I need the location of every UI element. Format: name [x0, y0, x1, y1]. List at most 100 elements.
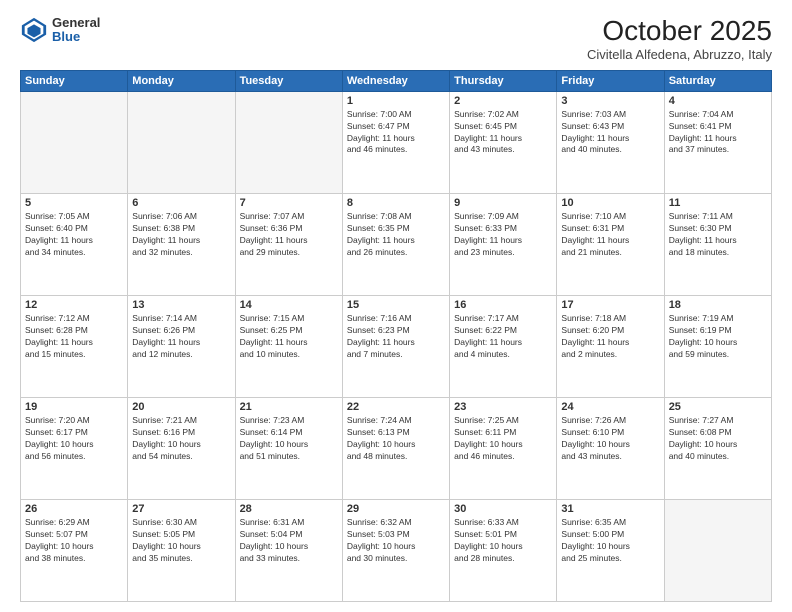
day-number: 15: [347, 299, 445, 311]
calendar-cell: 28 Sunrise: 6:31 AMSunset: 5:04 PMDayligh…: [235, 499, 342, 601]
col-saturday: Saturday: [664, 70, 771, 91]
day-number: 3: [561, 95, 659, 107]
calendar-header: Sunday Monday Tuesday Wednesday Thursday…: [21, 70, 772, 91]
col-wednesday: Wednesday: [342, 70, 449, 91]
day-number: 25: [669, 401, 767, 413]
day-info: Sunrise: 7:08 AMSunset: 6:35 PMDaylight:…: [347, 211, 445, 259]
calendar-cell: 5Sunrise: 7:05 AMSunset: 6:40 PMDaylight…: [21, 193, 128, 295]
calendar-cell: 12 Sunrise: 7:12 AMSunset: 6:28 PMDayligh…: [21, 295, 128, 397]
calendar-cell: 27Sunrise: 6:30 AMSunset: 5:05 PMDayligh…: [128, 499, 235, 601]
week-row-4: 26 Sunrise: 6:29 AMSunset: 5:07 PMDayligh…: [21, 499, 772, 601]
calendar-cell: 6 Sunrise: 7:06 AMSunset: 6:38 PMDaylight…: [128, 193, 235, 295]
title-block: October 2025 Civitella Alfedena, Abruzzo…: [587, 16, 772, 62]
day-info: Sunrise: 7:14 AMSunset: 6:26 PMDaylight:…: [132, 313, 230, 361]
day-number: 19: [25, 401, 123, 413]
calendar-cell: [235, 91, 342, 193]
calendar-cell: 19 Sunrise: 7:20 AMSunset: 6:17 PMDayligh…: [21, 397, 128, 499]
day-number: 23: [454, 401, 552, 413]
calendar-cell: 7Sunrise: 7:07 AMSunset: 6:36 PMDaylight…: [235, 193, 342, 295]
day-info: Sunrise: 7:24 AMSunset: 6:13 PMDaylight:…: [347, 415, 445, 463]
col-monday: Monday: [128, 70, 235, 91]
logo: General Blue: [20, 16, 100, 45]
calendar-cell: 30 Sunrise: 6:33 AMSunset: 5:01 PMDayligh…: [450, 499, 557, 601]
days-of-week-row: Sunday Monday Tuesday Wednesday Thursday…: [21, 70, 772, 91]
logo-general: General: [52, 16, 100, 30]
calendar-cell: 9 Sunrise: 7:09 AMSunset: 6:33 PMDaylight…: [450, 193, 557, 295]
day-number: 13: [132, 299, 230, 311]
calendar-cell: 2Sunrise: 7:02 AMSunset: 6:45 PMDaylight…: [450, 91, 557, 193]
day-number: 26: [25, 503, 123, 515]
day-info: Sunrise: 6:29 AMSunset: 5:07 PMDaylight:…: [25, 517, 123, 565]
calendar-cell: 8 Sunrise: 7:08 AMSunset: 6:35 PMDaylight…: [342, 193, 449, 295]
day-info: Sunrise: 7:05 AMSunset: 6:40 PMDaylight:…: [25, 211, 123, 259]
day-number: 14: [240, 299, 338, 311]
calendar: Sunday Monday Tuesday Wednesday Thursday…: [20, 70, 772, 602]
day-info: Sunrise: 6:33 AMSunset: 5:01 PMDaylight:…: [454, 517, 552, 565]
day-number: 30: [454, 503, 552, 515]
week-row-0: 1Sunrise: 7:00 AMSunset: 6:47 PMDaylight…: [21, 91, 772, 193]
calendar-cell: 17 Sunrise: 7:18 AMSunset: 6:20 PMDayligh…: [557, 295, 664, 397]
day-number: 9: [454, 197, 552, 209]
week-row-3: 19 Sunrise: 7:20 AMSunset: 6:17 PMDayligh…: [21, 397, 772, 499]
day-number: 28: [240, 503, 338, 515]
header: General Blue October 2025 Civitella Alfe…: [20, 16, 772, 62]
day-number: 16: [454, 299, 552, 311]
day-info: Sunrise: 7:16 AMSunset: 6:23 PMDaylight:…: [347, 313, 445, 361]
calendar-cell: 4 Sunrise: 7:04 AMSunset: 6:41 PMDaylight…: [664, 91, 771, 193]
day-info: Sunrise: 7:23 AMSunset: 6:14 PMDaylight:…: [240, 415, 338, 463]
day-number: 8: [347, 197, 445, 209]
month-title: October 2025: [587, 16, 772, 47]
day-number: 6: [132, 197, 230, 209]
day-info: Sunrise: 6:32 AMSunset: 5:03 PMDaylight:…: [347, 517, 445, 565]
day-info: Sunrise: 7:15 AMSunset: 6:25 PMDaylight:…: [240, 313, 338, 361]
calendar-cell: 16Sunrise: 7:17 AMSunset: 6:22 PMDayligh…: [450, 295, 557, 397]
day-info: Sunrise: 6:35 AMSunset: 5:00 PMDaylight:…: [561, 517, 659, 565]
calendar-cell: 25 Sunrise: 7:27 AMSunset: 6:08 PMDayligh…: [664, 397, 771, 499]
day-info: Sunrise: 7:09 AMSunset: 6:33 PMDaylight:…: [454, 211, 552, 259]
day-number: 29: [347, 503, 445, 515]
day-number: 27: [132, 503, 230, 515]
day-info: Sunrise: 7:10 AMSunset: 6:31 PMDaylight:…: [561, 211, 659, 259]
day-info: Sunrise: 7:12 AMSunset: 6:28 PMDaylight:…: [25, 313, 123, 361]
day-info: Sunrise: 7:04 AMSunset: 6:41 PMDaylight:…: [669, 109, 767, 157]
col-tuesday: Tuesday: [235, 70, 342, 91]
calendar-cell: 13 Sunrise: 7:14 AMSunset: 6:26 PMDayligh…: [128, 295, 235, 397]
day-number: 20: [132, 401, 230, 413]
day-number: 12: [25, 299, 123, 311]
calendar-cell: 29 Sunrise: 6:32 AMSunset: 5:03 PMDayligh…: [342, 499, 449, 601]
day-info: Sunrise: 6:31 AMSunset: 5:04 PMDaylight:…: [240, 517, 338, 565]
day-number: 1: [347, 95, 445, 107]
day-info: Sunrise: 7:26 AMSunset: 6:10 PMDaylight:…: [561, 415, 659, 463]
day-number: 18: [669, 299, 767, 311]
calendar-cell: 23 Sunrise: 7:25 AMSunset: 6:11 PMDayligh…: [450, 397, 557, 499]
day-number: 21: [240, 401, 338, 413]
calendar-cell: 15 Sunrise: 7:16 AMSunset: 6:23 PMDayligh…: [342, 295, 449, 397]
calendar-cell: [664, 499, 771, 601]
day-info: Sunrise: 7:21 AMSunset: 6:16 PMDaylight:…: [132, 415, 230, 463]
day-info: Sunrise: 7:03 AMSunset: 6:43 PMDaylight:…: [561, 109, 659, 157]
day-info: Sunrise: 7:06 AMSunset: 6:38 PMDaylight:…: [132, 211, 230, 259]
day-number: 2: [454, 95, 552, 107]
day-number: 22: [347, 401, 445, 413]
calendar-cell: 1Sunrise: 7:00 AMSunset: 6:47 PMDaylight…: [342, 91, 449, 193]
calendar-cell: 22 Sunrise: 7:24 AMSunset: 6:13 PMDayligh…: [342, 397, 449, 499]
day-info: Sunrise: 7:25 AMSunset: 6:11 PMDaylight:…: [454, 415, 552, 463]
day-info: Sunrise: 7:18 AMSunset: 6:20 PMDaylight:…: [561, 313, 659, 361]
day-number: 24: [561, 401, 659, 413]
col-thursday: Thursday: [450, 70, 557, 91]
day-number: 4: [669, 95, 767, 107]
col-friday: Friday: [557, 70, 664, 91]
day-number: 11: [669, 197, 767, 209]
col-sunday: Sunday: [21, 70, 128, 91]
day-info: Sunrise: 7:19 AMSunset: 6:19 PMDaylight:…: [669, 313, 767, 361]
calendar-cell: 31Sunrise: 6:35 AMSunset: 5:00 PMDayligh…: [557, 499, 664, 601]
calendar-cell: 3 Sunrise: 7:03 AMSunset: 6:43 PMDaylight…: [557, 91, 664, 193]
week-row-1: 5Sunrise: 7:05 AMSunset: 6:40 PMDaylight…: [21, 193, 772, 295]
week-row-2: 12 Sunrise: 7:12 AMSunset: 6:28 PMDayligh…: [21, 295, 772, 397]
day-info: Sunrise: 7:20 AMSunset: 6:17 PMDaylight:…: [25, 415, 123, 463]
day-info: Sunrise: 7:27 AMSunset: 6:08 PMDaylight:…: [669, 415, 767, 463]
day-number: 17: [561, 299, 659, 311]
day-number: 7: [240, 197, 338, 209]
subtitle: Civitella Alfedena, Abruzzo, Italy: [587, 47, 772, 62]
calendar-cell: [128, 91, 235, 193]
